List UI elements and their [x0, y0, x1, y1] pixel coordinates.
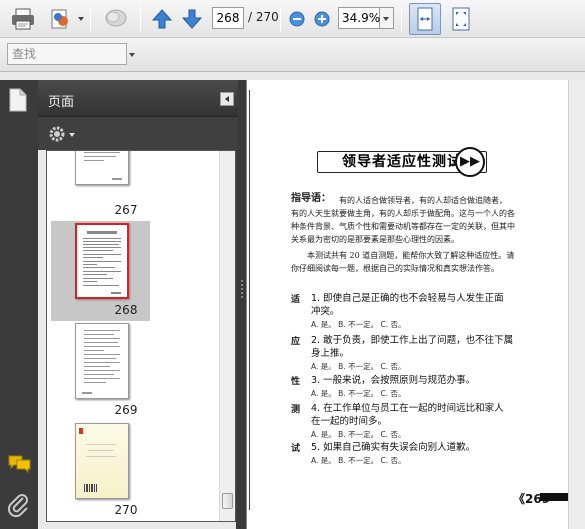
toolbar-separator	[401, 7, 402, 31]
question-options: A. 是。 B. 不一定。 C. 否。	[311, 456, 406, 465]
page-thumbnail-image	[75, 423, 129, 499]
question-text: 5. 如果自己确实有失误会向别人道歉。	[311, 442, 476, 453]
question-options: A. 是。 B. 不一定。 C. 否。	[311, 430, 406, 439]
thumbnail-item[interactable]: 269	[51, 323, 201, 418]
question-options: A. 是。 B. 不一定。 C. 否。	[311, 320, 406, 329]
fit-page-icon[interactable]	[448, 6, 474, 32]
page-thumbnail-image	[75, 323, 129, 399]
chevron-down-icon[interactable]	[129, 53, 135, 57]
intro-line: 有的人适合做领导者，有的人却适合做追随者，	[339, 196, 507, 205]
zoom-dropdown[interactable]	[380, 7, 394, 29]
side-label: 适	[291, 295, 301, 305]
question-text: 身上推。	[311, 348, 350, 359]
main-toolbar: 268 / 270 34.9%	[0, 0, 585, 38]
fit-width-button[interactable]	[409, 3, 441, 35]
intro-line: 你仔细阅读每一题，根据自己的实际情况和真实想法作答。	[291, 264, 499, 273]
question-options: A. 是。 B. 不一定。 C. 否。	[311, 389, 406, 398]
scrollbar-thumb[interactable]	[222, 493, 233, 509]
thumbnail-item[interactable]: 267	[51, 151, 201, 217]
thumbnail-item-selected[interactable]: 268	[51, 223, 201, 318]
side-label: 试	[291, 444, 301, 454]
chevron-down-icon[interactable]	[78, 17, 84, 21]
question-text: 2. 敢于负责，即使工作上出了问题，也不往下属	[311, 335, 514, 346]
page-thumbnails: 267 268 269 270	[46, 150, 236, 522]
document-view[interactable]: 领导者适应性测试 ▶▶ 指导语： 有的人适合做领导者，有的人却适合做追随者， 有…	[246, 80, 585, 529]
double-arrow-icon: ▶▶	[455, 147, 485, 177]
navigation-strip	[0, 80, 38, 529]
intro-label: 指导语：	[291, 193, 331, 204]
side-label: 测	[291, 405, 301, 415]
thumbnail-label: 268	[114, 303, 138, 317]
next-page-icon[interactable]	[179, 6, 205, 32]
print-icon[interactable]	[10, 6, 36, 32]
page-thumbnail-image	[75, 151, 129, 185]
question-text: 1. 即使自己是正确的也不会轻易与人发生正面	[311, 293, 504, 304]
grip-dot	[241, 296, 243, 298]
thumbnail-item[interactable]: 270	[51, 423, 201, 518]
intro-line: 本测试共有 20 道自测题，能帮你大致了解这种适应性。请	[307, 251, 515, 260]
thumbnail-label: 270	[114, 503, 138, 517]
document-scrollbar[interactable]	[568, 80, 585, 529]
question-text: 在一起的时间多。	[311, 416, 388, 427]
intro-line: 关系最为密切的是那要素是那些心理性的因素。	[291, 235, 459, 244]
collapse-panel-button[interactable]	[220, 92, 234, 106]
toolbar-separator	[280, 7, 281, 31]
grip-dot	[241, 292, 243, 294]
question-text: 4. 在工作单位与员工在一起的时间远比和家人	[311, 403, 504, 414]
zoom-in-icon[interactable]	[309, 6, 335, 32]
zoom-out-icon[interactable]	[284, 6, 310, 32]
find-toolbar: 查找	[0, 38, 585, 72]
intro-line: 种条件背景、气质个性和需要动机等都存在一定的关联，但其中	[291, 222, 515, 231]
question-options: A. 是。 B. 不一定。 C. 否。	[311, 362, 406, 371]
thumbnail-label: 267	[114, 203, 138, 217]
panel-title: 页面	[48, 95, 75, 110]
thumbnails-scrollbar[interactable]	[219, 151, 235, 521]
page-left-edge	[249, 90, 250, 510]
toolbar-separator	[90, 7, 91, 31]
zoom-level-input[interactable]: 34.9%	[338, 7, 380, 29]
previous-page-icon[interactable]	[149, 6, 175, 32]
side-label: 应	[291, 337, 301, 347]
share-icon[interactable]	[48, 6, 74, 32]
page-total-label: / 270	[248, 10, 279, 24]
grip-dot	[241, 280, 243, 282]
pages-panel-header: 页面	[38, 80, 238, 117]
find-input[interactable]: 查找	[7, 43, 127, 65]
grip-dot	[241, 288, 243, 290]
thumbnail-label: 269	[114, 403, 138, 417]
comments-icon[interactable]	[8, 454, 32, 477]
pages-panel-icon[interactable]	[8, 88, 28, 115]
intro-line: 有的人天生就要做主角，有的人却乐于做配角。这与一个人的各	[291, 209, 515, 218]
chevron-down-icon	[383, 17, 389, 21]
panel-splitter[interactable]	[238, 80, 246, 529]
toolbar-separator	[140, 7, 141, 31]
page-number-input[interactable]: 268	[212, 7, 244, 29]
page-thumbnail-image	[75, 223, 129, 299]
attachment-icon[interactable]	[7, 494, 30, 521]
comment-bubble-icon	[103, 6, 129, 32]
question-text: 冲突。	[311, 306, 340, 317]
gear-icon[interactable]	[48, 125, 66, 146]
grip-dot	[241, 284, 243, 286]
page-number-bar	[540, 493, 570, 501]
chevron-down-icon[interactable]	[69, 133, 75, 137]
side-label: 性	[291, 377, 301, 387]
panel-options-bar	[38, 117, 238, 150]
question-text: 3. 一般来说，会按照原则与规范办事。	[311, 375, 476, 386]
fit-width-icon	[417, 7, 433, 31]
